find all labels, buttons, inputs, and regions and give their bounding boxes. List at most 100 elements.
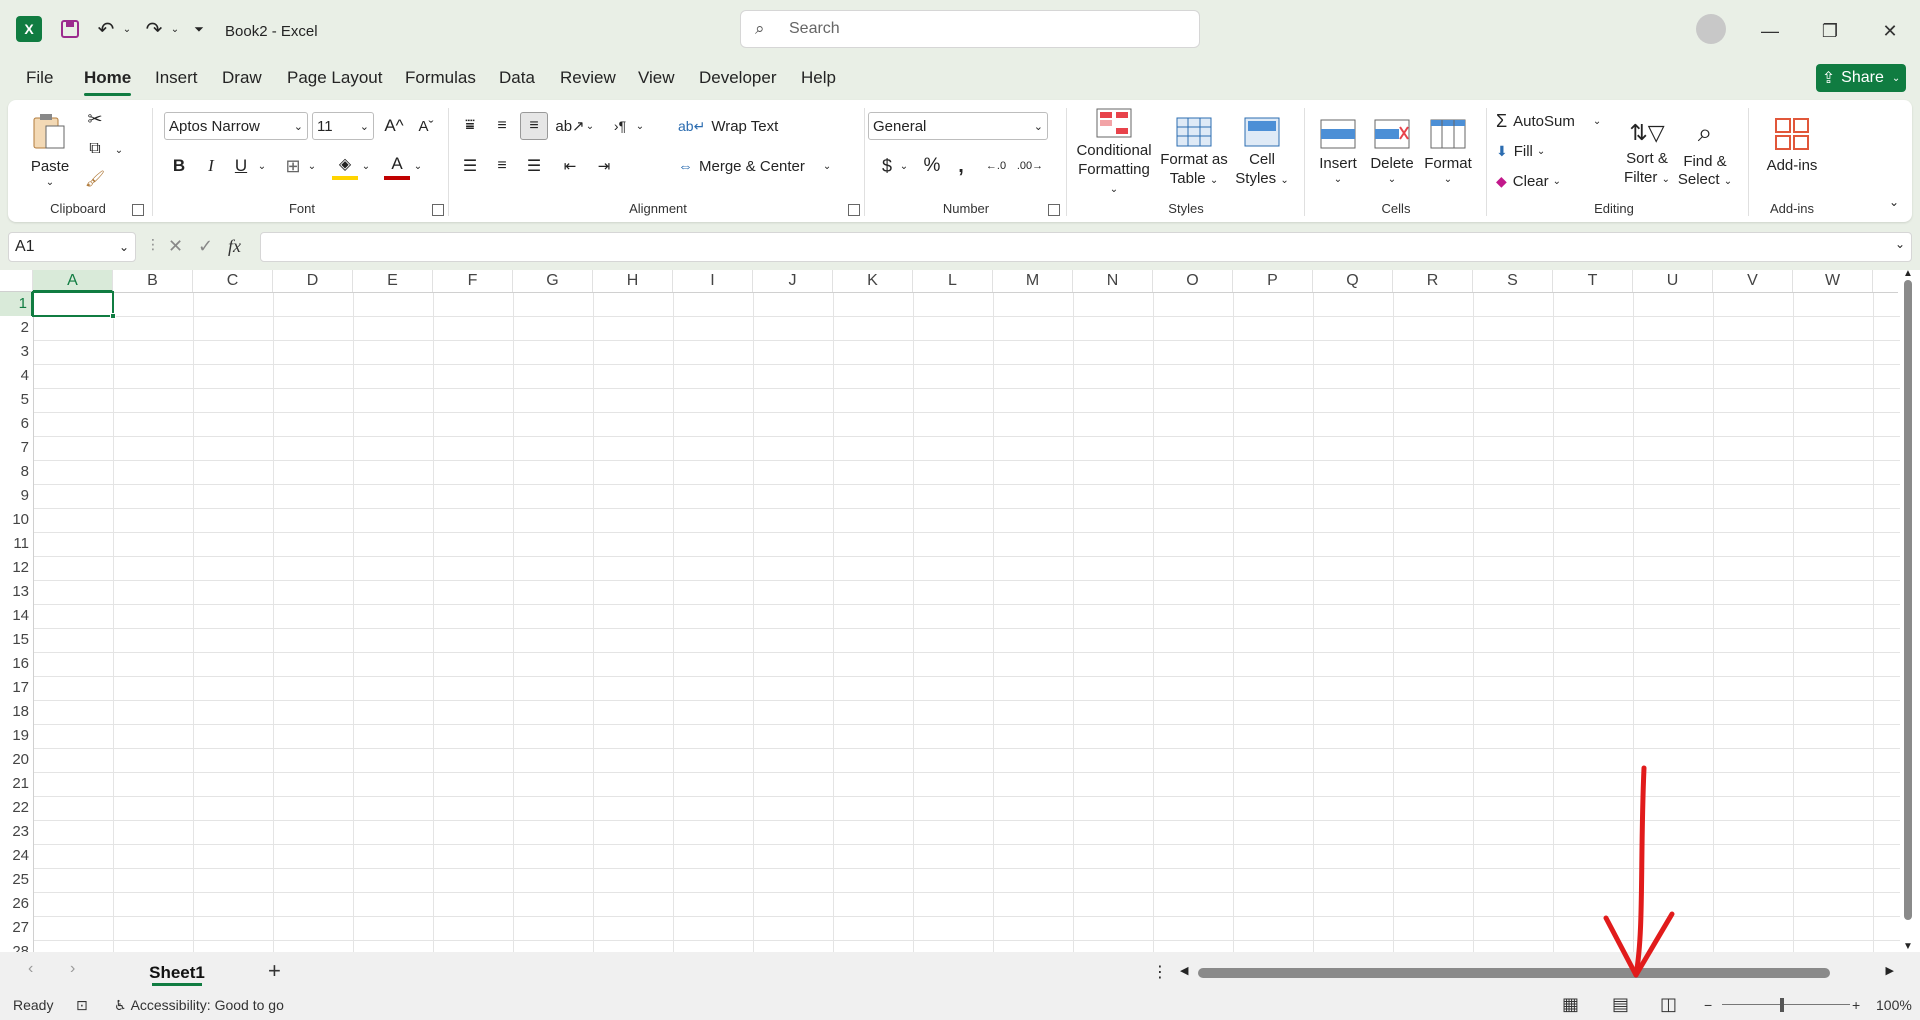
expand-formula-icon[interactable]: ⌄ [1895,237,1905,251]
column-header-i[interactable]: I [673,270,753,292]
row-header-6[interactable]: 6 [0,412,33,436]
text-direction-icon[interactable]: ›¶ [606,112,634,140]
column-header-r[interactable]: R [1393,270,1473,292]
row-header-3[interactable]: 3 [0,340,33,364]
font-family-select[interactable]: Aptos Narrow ⌄ [164,112,308,140]
cancel-icon[interactable]: ✕ [168,236,183,257]
orientation-icon[interactable]: ab↗ [555,112,584,140]
name-box[interactable]: A1 ⌄ [8,232,136,262]
autosum-button[interactable]: Σ AutoSum ⌄ [1496,108,1601,134]
row-header-16[interactable]: 16 [0,652,33,676]
row-header-2[interactable]: 2 [0,316,33,340]
row-header-8[interactable]: 8 [0,460,33,484]
column-header-j[interactable]: J [753,270,833,292]
format-as-table-button[interactable]: Format as Table ⌄ [1158,106,1230,200]
row-header-10[interactable]: 10 [0,508,33,532]
minimize-icon[interactable]: — [1750,16,1790,46]
column-header-m[interactable]: M [993,270,1073,292]
scroll-down-icon[interactable]: ▼ [1903,941,1913,952]
align-middle-icon[interactable]: ≡ [488,112,516,140]
fill-color-icon[interactable]: ◈ [332,152,358,180]
tab-data[interactable]: Data [499,68,535,88]
row-header-23[interactable]: 23 [0,820,33,844]
fill-handle[interactable] [110,313,116,319]
undo-icon[interactable]: ↶ [92,14,120,44]
column-header-b[interactable]: B [113,270,193,292]
row-header-1[interactable]: 1 [0,292,33,316]
comma-style-icon[interactable]: , [950,152,972,180]
row-header-11[interactable]: 11 [0,532,33,556]
currency-icon[interactable]: $ [876,152,898,180]
borders-dropdown-icon[interactable]: ⌄ [306,156,318,176]
row-header-20[interactable]: 20 [0,748,33,772]
tab-review[interactable]: Review [560,68,616,88]
row-header-7[interactable]: 7 [0,436,33,460]
column-header-u[interactable]: U [1633,270,1713,292]
find-select-button[interactable]: ⌕ Find & Select ⌄ [1676,106,1734,200]
vertical-scrollbar[interactable]: ▲ ▼ [1898,270,1920,952]
customize-toolbar-icon[interactable]: ⏷ [190,14,208,44]
format-painter-icon[interactable]: 🖌 [82,166,108,192]
tab-formulas[interactable]: Formulas [405,68,476,88]
row-header-22[interactable]: 22 [0,796,33,820]
bold-icon[interactable]: B [166,152,192,180]
font-launcher-icon[interactable] [432,204,444,216]
currency-dropdown-icon[interactable]: ⌄ [898,156,910,176]
zoom-slider[interactable] [1722,1004,1850,1005]
row-header-17[interactable]: 17 [0,676,33,700]
row-header-19[interactable]: 19 [0,724,33,748]
percent-icon[interactable]: % [918,152,946,180]
alignment-launcher-icon[interactable] [848,204,860,216]
column-header-h[interactable]: H [593,270,673,292]
restore-icon[interactable]: ❐ [1810,16,1850,46]
column-header-a[interactable]: A [33,270,113,292]
font-color-dropdown-icon[interactable]: ⌄ [412,156,424,176]
column-header-n[interactable]: N [1073,270,1153,292]
vertical-scroll-thumb[interactable] [1904,280,1912,920]
addins-button[interactable]: Add-ins [1756,106,1828,186]
row-header-27[interactable]: 27 [0,916,33,940]
macro-recording-icon[interactable]: ⊡ [76,997,88,1014]
tab-page-layout[interactable]: Page Layout [287,68,382,88]
row-header-24[interactable]: 24 [0,844,33,868]
tab-insert[interactable]: Insert [155,68,198,88]
close-icon[interactable]: ✕ [1870,16,1910,46]
column-header-l[interactable]: L [913,270,993,292]
format-cells-button[interactable]: Format ⌄ [1420,106,1476,200]
horizontal-scrollbar[interactable]: ◀ ▶ [1176,964,1896,980]
scroll-left-icon[interactable]: ◀ [1180,964,1188,977]
sheet-tab-sheet1[interactable]: Sheet1 [140,958,214,988]
formula-input[interactable]: ⌄ [260,232,1912,262]
align-left-icon[interactable]: ☰ [456,152,484,180]
more-options-icon[interactable]: ⋮ [1152,962,1168,982]
clear-button[interactable]: ◆ Clear ⌄ [1496,168,1561,194]
horizontal-scroll-thumb[interactable] [1198,968,1830,978]
tab-help[interactable]: Help [801,68,836,88]
align-center-icon[interactable]: ≡ [488,152,516,180]
conditional-formatting-button[interactable]: Conditional Formatting ⌄ [1072,106,1156,200]
sort-filter-button[interactable]: ⇅▽ Sort & Filter ⌄ [1620,106,1674,200]
insert-cells-button[interactable]: Insert ⌄ [1312,106,1364,200]
zoom-slider-thumb[interactable] [1780,998,1784,1012]
search-input[interactable]: ⌕ Search [740,10,1200,48]
row-header-28[interactable]: 28 [0,940,33,952]
column-header-g[interactable]: G [513,270,593,292]
row-header-26[interactable]: 26 [0,892,33,916]
scroll-right-icon[interactable]: ▶ [1886,964,1894,977]
spreadsheet-grid[interactable]: ▲ ▼ A B C D E F G H I J K L M N O P Q R S T U V W 1 2 3 4 5 6 7 8 9 10 11… [0,270,1920,952]
increase-decimal-icon[interactable]: ←.0 [982,152,1010,180]
redo-dropdown-icon[interactable]: ⌄ [168,14,182,44]
row-header-15[interactable]: 15 [0,628,33,652]
save-icon[interactable] [56,14,84,44]
normal-view-icon[interactable]: ▦ [1562,994,1579,1015]
font-color-icon[interactable]: A [384,152,410,180]
fill-color-dropdown-icon[interactable]: ⌄ [360,156,372,176]
merge-center-button[interactable]: ⇔ Merge & Center ⌄ [678,152,831,180]
tab-developer[interactable]: Developer [699,68,777,88]
underline-icon[interactable]: U [228,152,254,180]
font-size-select[interactable]: 11 ⌄ [312,112,374,140]
row-header-5[interactable]: 5 [0,388,33,412]
underline-dropdown-icon[interactable]: ⌄ [256,156,268,176]
undo-dropdown-icon[interactable]: ⌄ [120,14,134,44]
italic-icon[interactable]: I [198,152,224,180]
